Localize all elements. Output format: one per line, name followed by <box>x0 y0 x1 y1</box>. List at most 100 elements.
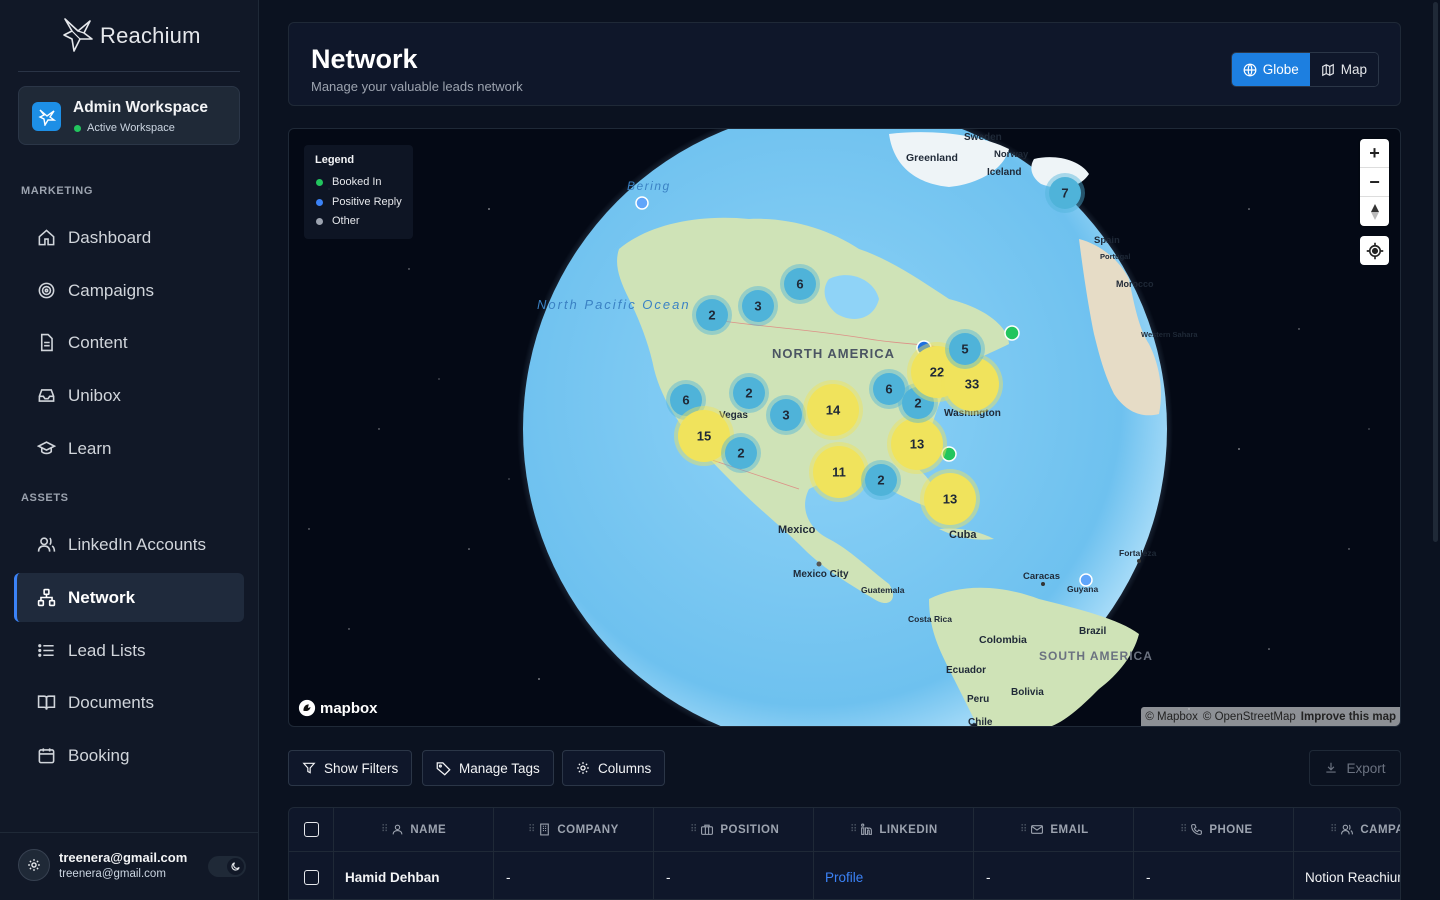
table-row[interactable]: Hamid Dehban - - Profile - - Notion Reac… <box>289 852 1400 899</box>
globe-canvas[interactable]: Sweden Greenland Norway Iceland Spain Po… <box>289 129 1401 727</box>
drag-handle-icon[interactable]: ⠿ <box>1020 824 1027 835</box>
cluster-count: 13 <box>943 492 957 507</box>
label-spain: Spain <box>1094 235 1120 246</box>
app-name: Reachium <box>100 23 201 48</box>
lead-cluster[interactable]: 14 <box>803 380 863 440</box>
label-bering: Bering <box>627 179 671 193</box>
select-all-checkbox[interactable] <box>303 822 319 837</box>
attribution-mapbox-link[interactable]: © Mapbox <box>1145 711 1198 723</box>
workspace-status-label: Active Workspace <box>87 122 175 134</box>
show-filters-button[interactable]: Show Filters <box>288 750 413 786</box>
sidebar-item-learn[interactable]: Learn <box>14 424 244 473</box>
header-text: PHONE <box>1209 823 1253 836</box>
column-header-name[interactable]: ⠿ NAME <box>334 808 494 851</box>
lead-cluster[interactable]: 2 <box>692 295 732 335</box>
app-logo[interactable]: Reachium <box>62 16 201 56</box>
users-icon <box>1340 823 1354 836</box>
globe-map[interactable]: Sweden Greenland Norway Iceland Spain Po… <box>288 128 1401 727</box>
cluster-count: 2 <box>737 446 744 461</box>
lead-cluster[interactable]: 7 <box>1045 173 1085 213</box>
sidebar-item-documents[interactable]: Documents <box>14 678 244 727</box>
column-header-position[interactable]: ⠿ POSITION <box>654 808 814 851</box>
zoom-in-button[interactable]: + <box>1360 139 1389 168</box>
network-icon <box>37 588 56 607</box>
drag-handle-icon[interactable]: ⠿ <box>850 824 857 835</box>
label-guatemala: Guatemala <box>861 585 905 595</box>
workspace-switcher[interactable]: Admin Workspace Active Workspace <box>18 86 240 145</box>
map-view-button[interactable]: Map <box>1309 53 1378 86</box>
lead-cluster[interactable]: 2 <box>861 460 901 500</box>
improve-map-link[interactable]: Improve this map <box>1301 711 1396 723</box>
lead-cluster[interactable]: 6 <box>780 264 820 304</box>
sidebar-item-label: Network <box>68 587 136 607</box>
sidebar-item-network[interactable]: Network <box>14 573 244 622</box>
linkedin-profile-link[interactable]: Profile <box>825 870 863 885</box>
export-button[interactable]: Export <box>1309 750 1401 786</box>
label-colombia: Colombia <box>979 634 1027 646</box>
plus-icon: + <box>1369 142 1380 163</box>
drag-handle-icon[interactable]: ⠿ <box>1330 824 1337 835</box>
lead-cluster[interactable]: 2 <box>721 433 761 473</box>
sidebar-item-label: Campaigns <box>68 280 154 300</box>
cell-name: Hamid Dehban <box>334 852 494 899</box>
manage-tags-button[interactable]: Manage Tags <box>422 750 554 786</box>
lead-cluster[interactable]: 2 <box>729 373 769 413</box>
label-morocco: Morocco <box>1116 279 1154 289</box>
column-header-email[interactable]: ⠿ EMAIL <box>974 808 1134 851</box>
header-label: PHONE <box>1190 823 1252 836</box>
sidebar-item-campaigns[interactable]: Campaigns <box>14 266 244 315</box>
lead-name[interactable]: Hamid Dehban <box>345 870 440 885</box>
page-scrollbar[interactable] <box>1431 0 1440 900</box>
status-dot-icon <box>74 124 81 132</box>
column-header-phone[interactable]: ⠿ PHONE <box>1134 808 1294 851</box>
compass-button[interactable] <box>1360 197 1389 226</box>
sidebar-item-unibox[interactable]: Unibox <box>14 371 244 420</box>
label-portugal: Portugal <box>1100 252 1130 261</box>
export-label: Export <box>1346 760 1386 776</box>
mapbox-logo[interactable]: mapbox <box>298 699 378 717</box>
sidebar-item-linkedin-accounts[interactable]: LinkedIn Accounts <box>14 520 244 569</box>
sidebar-item-content[interactable]: Content <box>14 318 244 367</box>
lead-position: - <box>666 869 671 885</box>
legend-label: Booked In <box>332 176 382 188</box>
label-cuba: Cuba <box>949 529 977 541</box>
lead-cluster[interactable]: 13 <box>887 414 947 474</box>
lead-cluster[interactable]: 11 <box>809 442 869 502</box>
theme-toggle[interactable] <box>208 856 246 877</box>
attribution-osm-link[interactable]: © OpenStreetMap <box>1203 711 1296 723</box>
drag-handle-icon[interactable]: ⠿ <box>381 824 388 835</box>
columns-button[interactable]: Columns <box>562 750 666 786</box>
zoom-out-button[interactable]: − <box>1360 168 1389 197</box>
mexico-city-dot <box>816 561 822 567</box>
sidebar-item-dashboard[interactable]: Dashboard <box>14 213 244 262</box>
drag-handle-icon[interactable]: ⠿ <box>690 824 697 835</box>
lead-cluster[interactable]: 3 <box>766 395 806 435</box>
row-checkbox[interactable] <box>303 869 319 885</box>
scrollbar-thumb[interactable] <box>1433 2 1438 542</box>
column-header-campaign[interactable]: ⠿ CAMPA <box>1294 808 1400 851</box>
lead-point-positive[interactable] <box>635 196 649 210</box>
cluster-count: 2 <box>877 473 884 488</box>
lead-point-positive[interactable] <box>1079 573 1093 587</box>
mail-icon <box>1030 823 1044 836</box>
sidebar-item-booking[interactable]: Booking <box>14 731 244 780</box>
lead-cluster[interactable]: 3 <box>738 286 778 326</box>
workspace-title: Admin Workspace <box>73 99 208 116</box>
sidebar-item-label: Unibox <box>68 385 121 405</box>
cluster-count: 6 <box>885 382 892 397</box>
geolocate-button[interactable] <box>1360 236 1389 265</box>
globe-view-button[interactable]: Globe <box>1231 53 1310 86</box>
phone-icon <box>1190 823 1203 836</box>
calendar-icon <box>37 746 56 765</box>
lead-cluster[interactable]: 5 <box>945 329 985 369</box>
lead-point-booked[interactable] <box>1004 325 1020 341</box>
header-label: NAME <box>391 823 446 836</box>
sidebar-item-lead-lists[interactable]: Lead Lists <box>14 626 244 675</box>
fortaleza-dot <box>1137 559 1141 563</box>
drag-handle-icon[interactable]: ⠿ <box>1180 824 1187 835</box>
settings-button[interactable] <box>18 849 50 881</box>
lead-cluster[interactable]: 13 <box>920 469 980 529</box>
column-header-company[interactable]: ⠿ COMPANY <box>494 808 654 851</box>
column-header-linkedin[interactable]: ⠿ LINKEDIN <box>814 808 974 851</box>
drag-handle-icon[interactable]: ⠿ <box>528 824 535 835</box>
